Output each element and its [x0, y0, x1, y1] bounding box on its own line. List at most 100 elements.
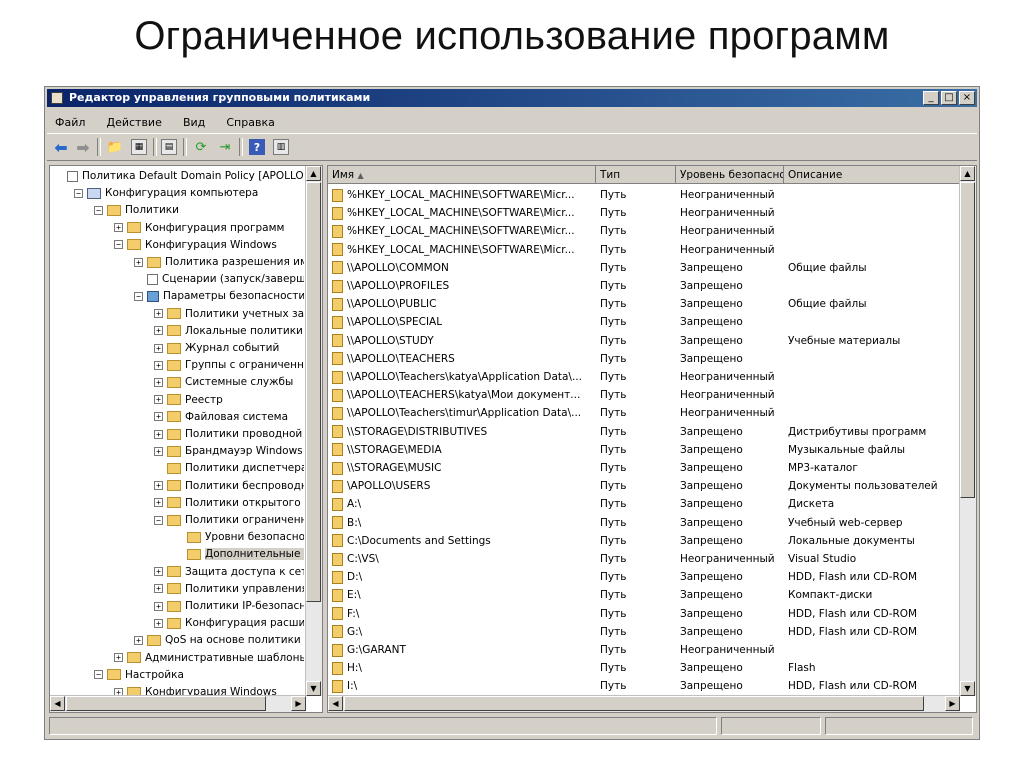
tree-item[interactable]: + Политики управления приложениями: [154, 581, 304, 598]
up-folder-icon[interactable]: 📁: [105, 137, 125, 157]
table-row[interactable]: C:\VS\ Путь Неограниченный Visual Studio: [328, 550, 962, 568]
list-vertical-scrollbar[interactable]: ▲ ▼: [959, 166, 976, 696]
close-button[interactable]: ×: [959, 91, 975, 105]
collapse-icon[interactable]: −: [94, 205, 103, 215]
tree-item[interactable]: + Конфигурация расширенной: [154, 615, 304, 632]
tree-item[interactable]: + Брандмауэр Windows в режиме: [154, 443, 304, 460]
table-row[interactable]: \\APOLLO\STUDY Путь Запрещено Учебные матер…: [328, 332, 962, 350]
list-horizontal-scrollbar[interactable]: ◀ ▶: [328, 695, 960, 712]
table-row[interactable]: \\APOLLO\Teachers\timur\Application Data…: [328, 404, 962, 422]
collapse-icon[interactable]: −: [154, 515, 163, 525]
tree-item[interactable]: + Политика разрешения имен: [134, 254, 304, 271]
table-row[interactable]: \\STORAGE\DISTRIBUTIVES Путь Запрещено Дист…: [328, 423, 962, 441]
expand-icon[interactable]: +: [154, 429, 163, 439]
collapse-icon[interactable]: −: [114, 240, 123, 250]
tree-item[interactable]: + Реестр: [154, 392, 304, 409]
maximize-button[interactable]: □: [941, 91, 957, 105]
help-icon[interactable]: ?: [249, 139, 265, 155]
table-row[interactable]: \\APOLLO\TEACHERS Путь Запрещено: [328, 350, 962, 368]
expand-icon[interactable]: +: [154, 377, 163, 387]
table-row[interactable]: E:\ Путь Запрещено Компакт-диски: [328, 586, 962, 604]
table-row[interactable]: G:\GARANT Путь Неограниченный: [328, 641, 962, 659]
tree-vertical-scrollbar[interactable]: ▲ ▼: [305, 166, 322, 696]
tree-item[interactable]: + Административные шаблоны:: [114, 650, 304, 667]
tree-item[interactable]: + Конфигурация программ: [114, 220, 304, 237]
minimize-button[interactable]: _: [923, 91, 939, 105]
tree-hscroll-thumb[interactable]: [66, 696, 266, 711]
expand-icon[interactable]: +: [154, 309, 163, 319]
properties-icon[interactable]: ▤: [161, 139, 177, 155]
refresh-icon[interactable]: ⟳: [191, 137, 211, 157]
expand-icon[interactable]: +: [154, 446, 163, 456]
title-bar[interactable]: Редактор управления групповыми политикам…: [47, 89, 977, 107]
tree-item[interactable]: Уровни безопасности: [174, 529, 304, 546]
column-header-level[interactable]: Уровень безопасности: [676, 166, 784, 184]
menu-file[interactable]: Файл: [55, 113, 85, 133]
expand-icon[interactable]: +: [154, 343, 163, 353]
list-scroll-thumb[interactable]: [960, 182, 975, 498]
scroll-down-icon[interactable]: ▼: [960, 681, 975, 696]
scroll-up-icon[interactable]: ▲: [306, 166, 321, 181]
column-header-type[interactable]: Тип: [596, 166, 676, 184]
table-row[interactable]: B:\ Путь Запрещено Учебный web-сервер: [328, 514, 962, 532]
expand-icon[interactable]: +: [154, 395, 163, 405]
expand-icon[interactable]: +: [154, 481, 163, 491]
table-row[interactable]: \\APOLLO\Teachers\katya\Application Data…: [328, 368, 962, 386]
expand-icon[interactable]: +: [114, 223, 123, 233]
scroll-right-icon[interactable]: ▶: [945, 696, 960, 711]
tree-item[interactable]: − Конфигурация Windows: [114, 237, 304, 254]
export-list-icon[interactable]: ⇥: [215, 137, 235, 157]
table-row[interactable]: A:\ Путь Запрещено Дискета: [328, 495, 962, 513]
table-row[interactable]: \\APOLLO\PROFILES Путь Запрещено: [328, 277, 962, 295]
table-row[interactable]: %HKEY_LOCAL_MACHINE\SOFTWARE\Micr... Путь…: [328, 222, 962, 240]
expand-icon[interactable]: +: [154, 584, 163, 594]
tree-item[interactable]: + Политики учетных записей: [154, 306, 304, 323]
tree-item[interactable]: Сценарии (запуск/завершение): [134, 271, 304, 288]
table-row[interactable]: F:\ Путь Запрещено HDD, Flash или CD-ROM: [328, 605, 962, 623]
expand-icon[interactable]: +: [154, 360, 163, 370]
expand-icon[interactable]: +: [134, 257, 143, 267]
view-icon[interactable]: ▥: [273, 139, 289, 155]
scroll-up-icon[interactable]: ▲: [960, 166, 975, 181]
table-row[interactable]: %HKEY_LOCAL_MACHINE\SOFTWARE\Micr... Путь…: [328, 186, 962, 204]
expand-icon[interactable]: +: [154, 601, 163, 611]
column-header-name[interactable]: Имя ▲: [328, 166, 596, 184]
collapse-icon[interactable]: −: [94, 670, 103, 680]
table-row[interactable]: I:\ Путь Запрещено HDD, Flash или CD-ROM: [328, 677, 962, 695]
table-row[interactable]: \APOLLO\USERS Путь Запрещено Документы поль…: [328, 477, 962, 495]
tree-item[interactable]: − Конфигурация компьютера: [74, 185, 304, 202]
table-row[interactable]: \\APOLLO\TEACHERS\katya\Мои документ... П…: [328, 386, 962, 404]
tree-item[interactable]: + Политики беспроводной сети: [154, 478, 304, 495]
table-row[interactable]: D:\ Путь Запрещено HDD, Flash или CD-ROM: [328, 568, 962, 586]
expand-icon[interactable]: +: [154, 567, 163, 577]
tree-item[interactable]: + Политики открытого ключа: [154, 495, 304, 512]
tree-item[interactable]: + Локальные политики: [154, 323, 304, 340]
expand-icon[interactable]: +: [134, 635, 143, 645]
scroll-left-icon[interactable]: ◀: [328, 696, 343, 711]
table-row[interactable]: H:\ Путь Запрещено Flash: [328, 659, 962, 677]
menu-view[interactable]: Вид: [183, 113, 205, 133]
expand-icon[interactable]: +: [154, 326, 163, 336]
tree-item[interactable]: Политики диспетчера списка: [154, 460, 304, 477]
table-row[interactable]: G:\ Путь Запрещено HDD, Flash или CD-ROM: [328, 623, 962, 641]
tree-item[interactable]: − Параметры безопасности: [134, 288, 304, 305]
tree-item[interactable]: − Настройка: [94, 667, 304, 684]
scroll-left-icon[interactable]: ◀: [50, 696, 65, 711]
scroll-down-icon[interactable]: ▼: [306, 681, 321, 696]
tree-item[interactable]: + Политики IP-безопасности: [154, 598, 304, 615]
list-hscroll-thumb[interactable]: [344, 696, 924, 711]
collapse-icon[interactable]: −: [134, 291, 143, 301]
tree-item[interactable]: − Политики: [94, 202, 304, 219]
tree-item[interactable]: Политика Default Domain Policy [APOLLO.G…: [54, 168, 304, 185]
table-row[interactable]: \\STORAGE\MUSIC Путь Запрещено MP3-каталог: [328, 459, 962, 477]
tree-item[interactable]: + Защита доступа к сети: [154, 564, 304, 581]
scroll-right-icon[interactable]: ▶: [291, 696, 306, 711]
tree-item[interactable]: + Системные службы: [154, 374, 304, 391]
column-header-description[interactable]: Описание: [784, 166, 962, 184]
tree-scroll-thumb[interactable]: [306, 182, 321, 602]
menu-help[interactable]: Справка: [226, 113, 274, 133]
menu-action[interactable]: Действие: [106, 113, 161, 133]
table-row[interactable]: \\STORAGE\MEDIA Путь Запрещено Музыкальные …: [328, 441, 962, 459]
table-row[interactable]: %HKEY_LOCAL_MACHINE\SOFTWARE\Micr... Путь…: [328, 204, 962, 222]
table-row[interactable]: \\APOLLO\SPECIAL Путь Запрещено: [328, 313, 962, 331]
